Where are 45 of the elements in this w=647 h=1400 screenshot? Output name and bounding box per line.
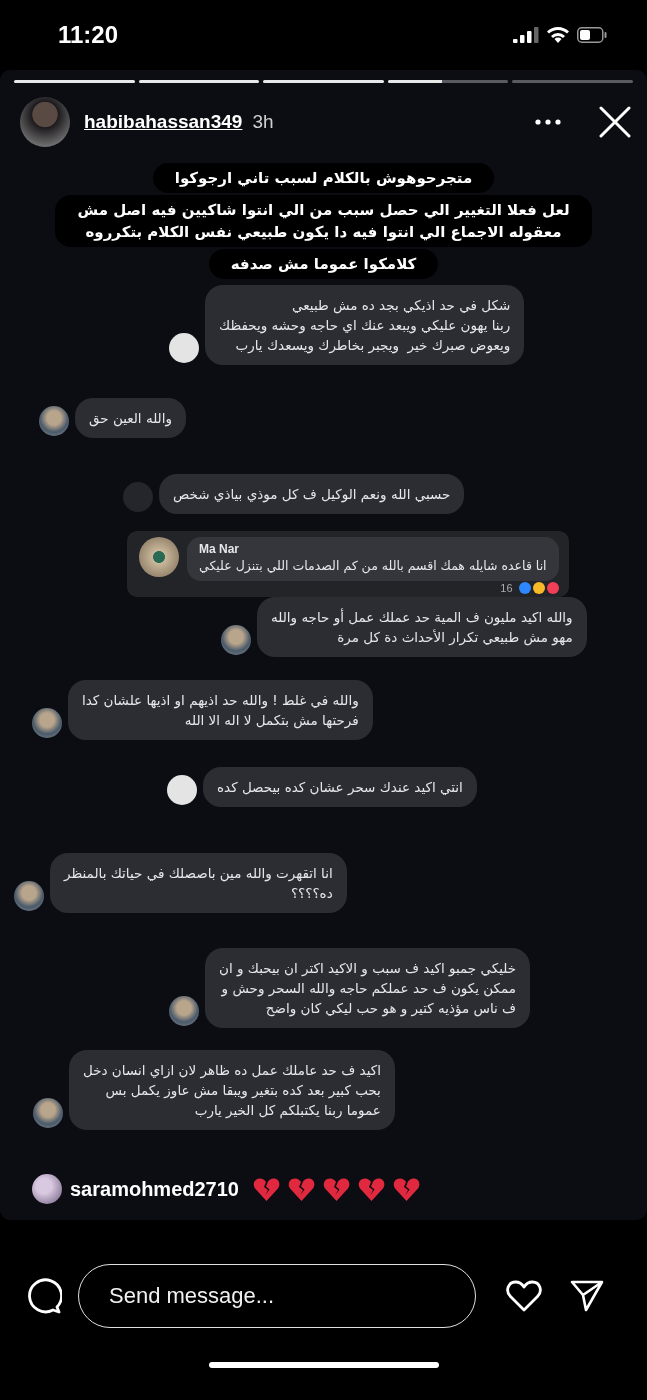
broken-heart-icon [323, 1176, 350, 1202]
broken-heart-icon [393, 1176, 420, 1202]
comment-bubble: حسبي الله ونعم الوكيل ف كل موذي بياذي شخص [159, 474, 465, 514]
chat-bubble-icon[interactable] [26, 1278, 62, 1314]
caption-text: لعل فعلا التغيير الي حصل سبب من الي انتوا شاكيين فيه اصل مش معقوله الاجماع الي انتوا فيه دا يكون طبيعي نفس الكلام بتكرروه [55, 195, 592, 247]
broken-heart-icon [253, 1176, 280, 1202]
commenter-avatar [221, 625, 251, 655]
comment-bubble: والله اكيد مليون ف المية حد عملك عمل أو حاجه والله مهو مش طبيعي تكرار الأحداث دة كل مرة [257, 597, 587, 657]
profile-avatar[interactable] [20, 97, 70, 147]
signal-icon [513, 27, 539, 43]
comment-bubble: خليكي جمبو اكيد ف سبب و الاكيد اكتر ان بيحبك و ان ممكن يكون ف حد عملكم حاجه والله السحر وحش و ف ناس مؤذيه كتير و هو حب ليكي كان واضح [205, 948, 531, 1028]
commenter-avatar [169, 996, 199, 1026]
battery-icon [577, 27, 607, 43]
commenter-avatar [32, 708, 62, 738]
wifi-icon [547, 27, 569, 43]
status-time: 11:20 [58, 21, 119, 49]
broken-heart-icon [288, 1176, 315, 1202]
broken-heart-icon [358, 1176, 385, 1202]
comment-bubble: اكيد ف حد عاملك عمل ده ظاهر لان ازاي انسان دخل بحب كبير بعد كده بتغير ويبقا مش عاوز يكمل بس عموما ربنا يكتبلكم كل الخير يارب [69, 1050, 395, 1130]
mention-username[interactable]: saramohmed2710 [70, 1177, 239, 1201]
comment-bubble: شكل في حد اذيكي بجد ده مش طبيعي ربنا يهون عليكي ويبعد عنك اي حاجه وحشه ويحفظك ويعوض صبرك خير ويجبر بخاطرك ويسعدك يارب [205, 285, 525, 365]
story-time: 3h [252, 111, 274, 133]
comment-bubble: انا اتقهرت والله مين باصصلك في حياتك بالمنظر ده؟؟؟؟ [50, 853, 347, 913]
heart-icon[interactable] [506, 1280, 542, 1312]
caption-text: كلامكوا عموما مش صدفه [208, 249, 439, 279]
comment-text: انا قاعده شايله همك اقسم بالله من كم الصدمات اللي بتنزل عليكي [199, 557, 547, 576]
more-icon[interactable] [535, 119, 561, 125]
mention-avatar [32, 1174, 62, 1204]
comment-bubble: انتي اكيد عندك سحر عشان كده بيحصل كده [203, 767, 477, 807]
comment-bubble: والله في غلط ! والله حد اذيهم او اذيها علشان كدا فرحتها مش بتكمل لا اله الا الله [68, 680, 373, 740]
commenter-avatar [139, 537, 179, 577]
comment-bubble: والله العين حق [75, 398, 186, 438]
send-icon[interactable] [570, 1279, 604, 1313]
commenter-avatar [33, 1098, 63, 1128]
reaction-count: 16 [500, 582, 513, 594]
commenter-avatar [123, 482, 153, 512]
caption-text: متجرحوهوش بالكلام لسبب تاني ارجوكوا [152, 163, 495, 193]
close-icon[interactable] [599, 106, 631, 138]
commenter-avatar [167, 775, 197, 805]
commenter-avatar [39, 406, 69, 436]
story-username[interactable]: habibahassan349 [84, 111, 243, 133]
send-message-field[interactable]: Send message... [78, 1264, 476, 1328]
commenter-avatar [169, 333, 199, 363]
commenter-name: Ma Nar [199, 542, 239, 556]
commenter-avatar [14, 881, 44, 911]
